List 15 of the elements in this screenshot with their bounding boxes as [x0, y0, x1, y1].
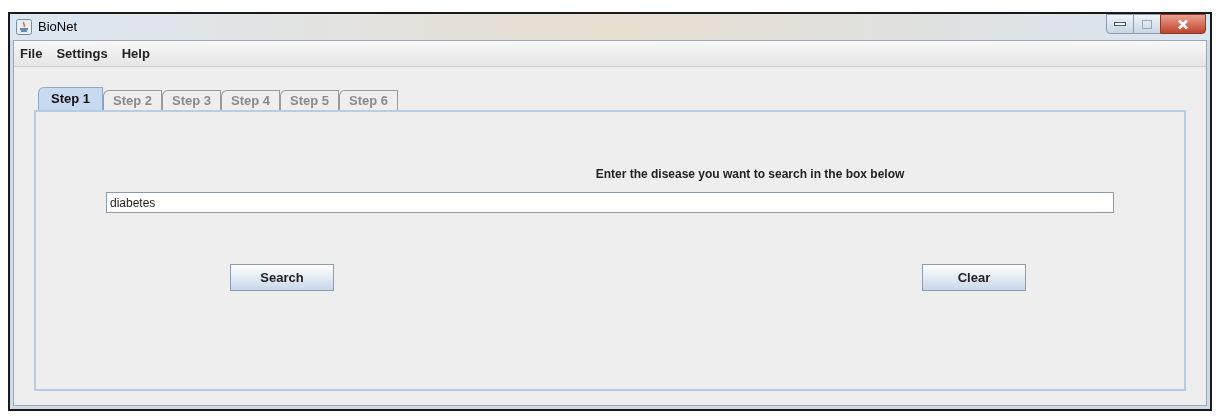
maximize-icon [1142, 19, 1152, 29]
menu-item[interactable]: File [20, 43, 43, 64]
app-icon [16, 19, 32, 35]
menu-item[interactable]: Help [121, 43, 150, 64]
minimize-icon [1114, 22, 1126, 26]
tab[interactable]: Step 1 [38, 87, 103, 110]
window-title: BioNet [38, 18, 78, 37]
close-icon [1177, 18, 1189, 30]
menu-item[interactable]: Settings [56, 43, 108, 64]
search-field[interactable]: diabetes [106, 192, 1114, 213]
action-button[interactable]: Search [230, 264, 334, 291]
action-button[interactable]: Clear [922, 264, 1026, 291]
close-button[interactable] [1160, 14, 1206, 34]
minimize-button[interactable] [1106, 14, 1134, 34]
prompt-text: Enter the disease you want to search in the box below [595, 166, 905, 183]
